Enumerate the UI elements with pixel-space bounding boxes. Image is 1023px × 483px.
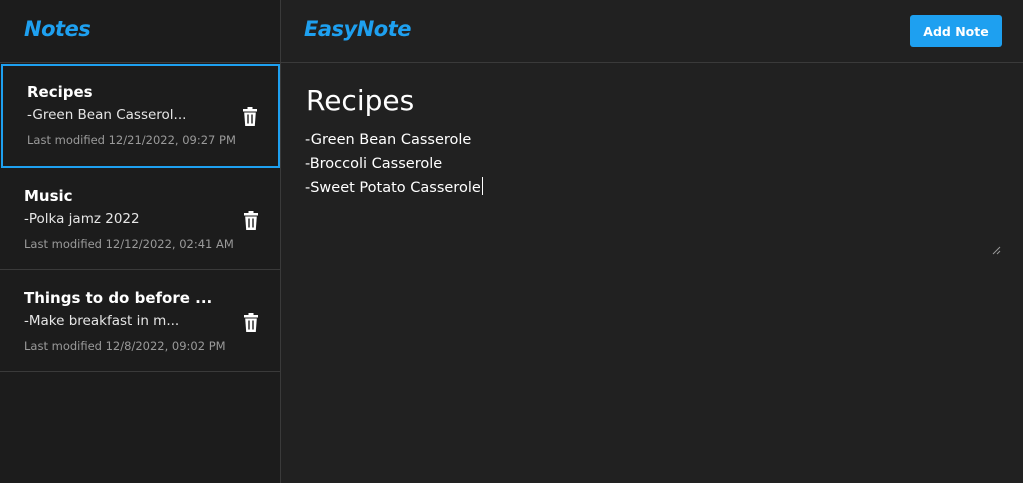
note-editor: -Green Bean Casserole -Broccoli Casserol… bbox=[281, 64, 1023, 483]
sidebar: Notes Recipes -Green Bean Casserol... La… bbox=[0, 0, 281, 483]
note-item-recipes[interactable]: Recipes -Green Bean Casserol... Last mod… bbox=[1, 64, 280, 168]
note-title-input[interactable] bbox=[306, 84, 986, 117]
top-bar: EasyNote Add Note bbox=[281, 0, 1023, 63]
note-list: Recipes -Green Bean Casserol... Last mod… bbox=[0, 64, 280, 372]
note-title: Things to do before ... bbox=[24, 289, 213, 307]
trash-icon[interactable] bbox=[242, 313, 260, 333]
note-title: Music bbox=[24, 187, 73, 205]
sidebar-title: Notes bbox=[24, 17, 91, 41]
add-note-button[interactable]: Add Note bbox=[910, 15, 1002, 47]
note-body-line-last: -Sweet Potato Casserole bbox=[305, 176, 1002, 200]
note-preview: -Green Bean Casserol... bbox=[27, 107, 187, 123]
app: Notes Recipes -Green Bean Casserol... La… bbox=[0, 0, 1023, 483]
note-body-line-text: -Sweet Potato Casserole bbox=[305, 180, 481, 196]
note-preview: -Make breakfast in m... bbox=[24, 313, 180, 329]
note-body-textarea[interactable]: -Green Bean Casserole -Broccoli Casserol… bbox=[305, 128, 1002, 251]
sidebar-header: Notes bbox=[0, 0, 280, 63]
text-caret bbox=[481, 177, 483, 195]
note-body-line: -Green Bean Casserole bbox=[305, 132, 472, 148]
resize-grip-icon[interactable] bbox=[991, 240, 1001, 255]
note-item-music[interactable]: Music -Polka jamz 2022 Last modified 12/… bbox=[0, 168, 280, 270]
app-title: EasyNote bbox=[304, 17, 412, 41]
note-item-things-to-do[interactable]: Things to do before ... -Make breakfast … bbox=[0, 270, 280, 372]
note-body-line: -Broccoli Casserole bbox=[305, 156, 443, 172]
note-preview: -Polka jamz 2022 bbox=[24, 211, 140, 227]
note-title: Recipes bbox=[27, 83, 93, 101]
trash-icon[interactable] bbox=[242, 211, 260, 231]
note-last-modified: Last modified 12/8/2022, 09:02 PM bbox=[24, 339, 226, 353]
trash-icon[interactable] bbox=[241, 107, 259, 127]
note-last-modified: Last modified 12/21/2022, 09:27 PM bbox=[27, 133, 236, 147]
note-last-modified: Last modified 12/12/2022, 02:41 AM bbox=[24, 237, 234, 251]
